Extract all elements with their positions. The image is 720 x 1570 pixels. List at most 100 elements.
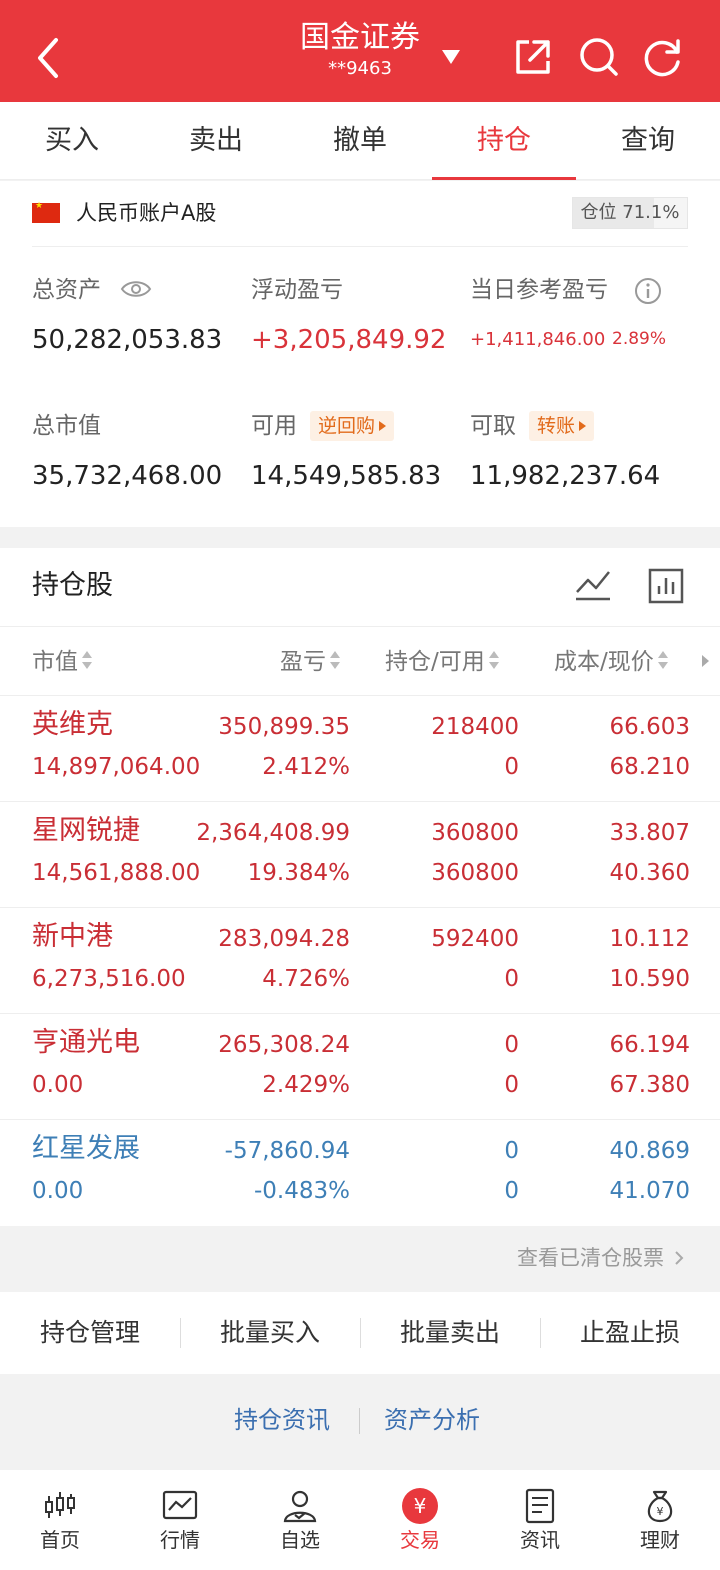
document-icon [525,1488,555,1524]
title-block[interactable]: 国金证券 **9463 [240,18,480,80]
manage-holdings-button[interactable]: 持仓管理 [0,1292,180,1374]
stock-name: 星网锐捷 [32,815,140,846]
col-cost-price[interactable]: 成本/现价 [554,627,669,697]
current-price: 68.210 [609,754,690,780]
transfer-button[interactable]: 转账 [529,411,595,441]
market-value: 6,273,516.00 [32,966,186,992]
caret-down-icon[interactable] [442,50,460,64]
active-tab-indicator [432,177,576,180]
divider [32,246,688,247]
withdrawable-label: 可取 [470,413,516,439]
divider [359,1408,360,1434]
table-row[interactable]: 英维克 14,897,064.00 350,899.35 2.412% 2184… [0,696,720,802]
profit-loss: 283,094.28 [218,926,350,952]
tab-query[interactable]: 查询 [576,102,720,180]
transfer-label: 转账 [537,415,576,437]
available-qty: 360800 [431,860,519,886]
current-price: 10.590 [609,966,690,992]
china-flag-icon [32,201,60,223]
position-qty: 360800 [431,820,519,846]
cleared-stocks-link[interactable]: 查看已清仓股票 [0,1226,720,1292]
available-qty: 0 [504,1178,519,1204]
tab-buy[interactable]: 买入 [0,102,144,180]
person-check-icon [283,1490,317,1523]
market-value-value: 35,732,468.00 [32,461,223,491]
total-assets-value: 50,282,053.83 [32,325,223,355]
stock-name: 英维克 [32,709,113,740]
market-value: 14,897,064.00 [32,754,201,780]
nav-home[interactable]: 首页 [0,1470,120,1570]
nav-trade[interactable]: ¥ 交易 [360,1470,480,1570]
profit-loss: -57,860.94 [224,1138,350,1164]
sort-icon [488,651,500,671]
asset-analysis-link[interactable]: 资产分析 [384,1392,480,1448]
batch-buy-button[interactable]: 批量买入 [180,1292,360,1374]
market-value: 0.00 [32,1072,84,1098]
position-qty: 592400 [431,926,519,952]
col-pl[interactable]: 盈亏 [280,627,341,697]
eye-icon[interactable] [120,277,152,301]
batch-sell-button[interactable]: 批量卖出 [360,1292,540,1374]
tab-cancel[interactable]: 撤单 [288,102,432,180]
search-icon[interactable] [578,36,620,78]
stock-name: 亨通光电 [32,1027,140,1058]
profit-loss: 265,308.24 [218,1032,350,1058]
bar-chart-icon[interactable] [648,568,684,604]
profit-loss-percent: 4.726% [262,966,350,992]
tab-sell[interactable]: 卖出 [144,102,288,180]
back-arrow-icon[interactable] [28,34,72,82]
position-qty: 218400 [431,714,519,740]
stock-name: 红星发展 [32,1133,140,1164]
daily-pl-label: 当日参考盈亏 [470,277,608,303]
account-type[interactable]: 人民币账户A股 [76,199,216,227]
table-row[interactable]: 红星发展 0.00 -57,860.94 -0.483% 0 0 40.869 … [0,1120,720,1226]
current-price: 41.070 [609,1178,690,1204]
available-qty: 0 [504,966,519,992]
take-profit-stop-loss-button[interactable]: 止盈止损 [540,1292,720,1374]
available-value: 14,549,585.83 [251,461,442,491]
refresh-icon[interactable] [642,36,684,78]
table-row[interactable]: 星网锐捷 14,561,888.00 2,364,408.99 19.384% … [0,802,720,908]
daily-pl-value: +1,411,846.00 [470,329,606,350]
sort-icon [329,651,341,671]
nav-wealth[interactable]: ¥ 理财 [600,1470,720,1570]
page-title: 国金证券 [300,20,420,55]
holding-news-link[interactable]: 持仓资讯 [234,1392,330,1448]
bottom-nav: 首页 行情 自选 ¥ 交易 资讯 ¥ 理财 [0,1470,720,1570]
nav-news[interactable]: 资讯 [480,1470,600,1570]
stock-name: 新中港 [32,921,113,952]
table-row[interactable]: 新中港 6,273,516.00 283,094.28 4.726% 59240… [0,908,720,1014]
table-row[interactable]: 亨通光电 0.00 265,308.24 2.429% 0 0 66.194 6… [0,1014,720,1120]
sort-icon [657,651,669,671]
holdings-section: 持仓股 市值 盈亏 持仓/可用 成本/现价 英维克 14,897,064.00 … [0,548,720,1226]
scroll-right-icon[interactable] [702,655,709,667]
available-qty: 0 [504,754,519,780]
nav-watchlist[interactable]: 自选 [240,1470,360,1570]
profit-loss-percent: 19.384% [247,860,350,886]
holdings-column-header: 市值 盈亏 持仓/可用 成本/现价 [0,626,720,696]
col-market-value[interactable]: 市值 [32,627,93,697]
trade-tabs: 买入 卖出 撤单 持仓 查询 [0,102,720,180]
col-position[interactable]: 持仓/可用 [385,627,500,697]
profit-loss: 350,899.35 [218,714,350,740]
candlestick-icon [45,1492,75,1518]
analysis-links: 持仓资讯 资产分析 [0,1392,720,1448]
line-chart-icon[interactable] [574,568,612,602]
total-assets-label: 总资产 [32,277,101,303]
holding-actions: 持仓管理 批量买入 批量卖出 止盈止损 [0,1292,720,1374]
nav-market[interactable]: 行情 [120,1470,240,1570]
sort-icon [81,651,93,671]
account-summary: 人民币账户A股 仓位 71.1% 总资产 50,282,053.83 浮动盈亏 … [0,181,720,527]
withdrawable-value: 11,982,237.64 [470,461,661,491]
svg-text:¥: ¥ [657,1505,664,1518]
market-value-label: 总市值 [32,413,101,439]
chart-icon [162,1490,198,1520]
cost-price: 10.112 [609,926,690,952]
reverse-repo-button[interactable]: 逆回购 [310,411,395,441]
tab-holdings[interactable]: 持仓 [432,102,576,180]
profit-loss-percent: 2.412% [262,754,350,780]
holdings-title: 持仓股 [32,570,113,601]
share-icon[interactable] [512,36,554,78]
info-icon[interactable] [634,277,662,305]
floating-pl-label: 浮动盈亏 [251,277,343,303]
